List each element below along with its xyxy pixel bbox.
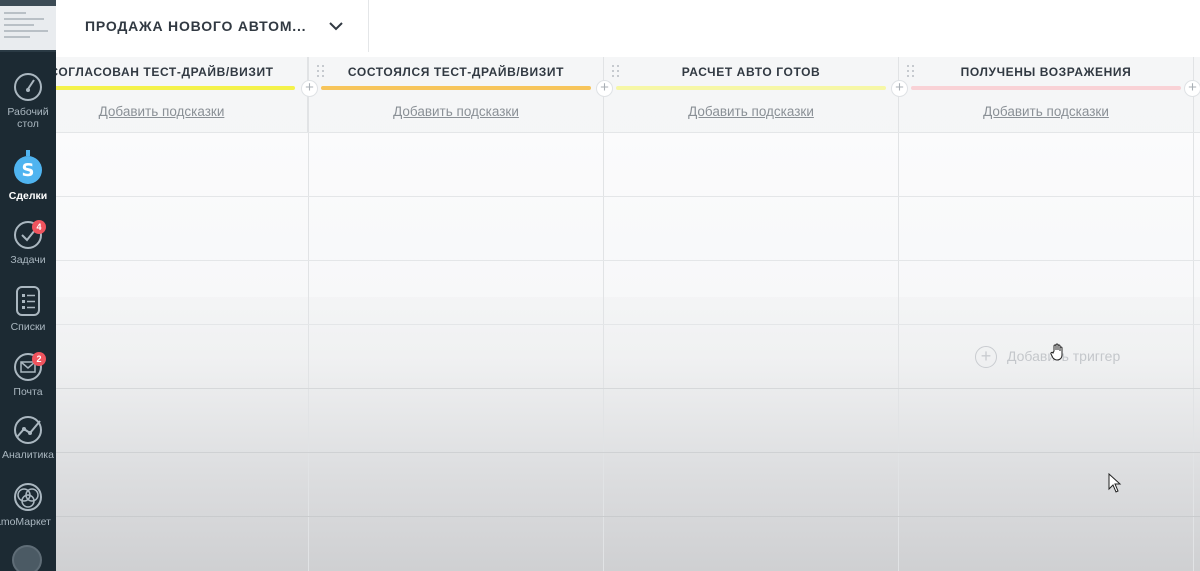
plus-circle-icon: + (975, 346, 997, 369)
row-divider (56, 324, 1200, 325)
pipeline-column-4: ПОЛУЧЕНЫ ВОЗРАЖЕНИЯ Добавить подсказки (899, 57, 1194, 132)
pipeline-column-3: РАСЧЕТ АВТО ГОТОВ Добавить подсказки (604, 57, 899, 132)
column-title: СОГЛАСОВАН ТЕСТ-ДРАЙВ/ВИЗИТ (56, 65, 274, 79)
column-title: СОСТОЯЛСЯ ТЕСТ-ДРАЙВ/ВИЗИТ (347, 65, 565, 79)
lists-icon (16, 286, 40, 316)
analytics-icon (14, 416, 42, 444)
pipeline-column-1: СОГЛАСОВАН ТЕСТ-ДРАЙВ/ВИЗИТ Добавить под… (56, 57, 308, 132)
dashboard-speedometer-icon (14, 73, 42, 101)
row-divider (56, 196, 1200, 197)
sidebar-item-label: amoМаркет (0, 516, 51, 528)
chevron-down-icon[interactable] (324, 14, 348, 38)
row-divider (56, 388, 1200, 389)
add-hints-link[interactable]: Добавить подсказки (604, 104, 898, 119)
pipeline-title[interactable]: ПРОДАЖА НОВОГО АВТОМ... (85, 18, 306, 34)
add-hints-link[interactable]: Добавить подсказки (309, 104, 603, 119)
add-hints-link[interactable]: Добавить подсказки (899, 104, 1193, 119)
sidebar-item-market[interactable]: amoМаркет (0, 482, 56, 528)
tasks-count-badge: 4 (32, 220, 46, 234)
add-stage-button[interactable]: + (1184, 80, 1200, 97)
column-color-line (321, 86, 591, 90)
arrow-cursor-icon (1108, 473, 1122, 493)
row-divider (56, 452, 1200, 453)
sidebar-item-dashboard[interactable]: Рабочий стол (0, 72, 56, 130)
window-thumbnail (0, 0, 56, 52)
row-divider (56, 260, 1200, 261)
sidebar-item-label: Списки (10, 321, 46, 333)
sidebar-item-label: Аналитика (2, 449, 54, 461)
sidebar-item-deals[interactable]: S Сделки (0, 150, 56, 202)
pipeline-column-2: СОСТОЯЛСЯ ТЕСТ-ДРАЙВ/ВИЗИТ Добавить подс… (309, 57, 604, 132)
pipeline-board: СОГЛАСОВАН ТЕСТ-ДРАЙВ/ВИЗИТ Добавить под… (56, 57, 1200, 571)
market-icon (14, 483, 42, 511)
sidebar-item-mail[interactable]: 2 Почта (0, 352, 56, 398)
column-title: ПОЛУЧЕНЫ ВОЗРАЖЕНИЯ (960, 65, 1132, 79)
column-color-line (616, 86, 886, 90)
svg-text:S: S (22, 160, 35, 181)
hand-cursor-icon (1050, 343, 1063, 361)
column-divider (1193, 57, 1194, 571)
sidebar-item-label: Рабочий стол (7, 106, 49, 130)
sidebar-item-lists[interactable]: Списки (0, 285, 56, 333)
column-color-line (911, 86, 1181, 90)
row-divider (56, 516, 1200, 517)
pipeline-header: ПРОДАЖА НОВОГО АВТОМ... (56, 0, 369, 52)
row-divider (56, 132, 1200, 133)
sidebar-item-label: Сделки (8, 190, 48, 202)
column-divider (898, 57, 899, 571)
user-avatar[interactable] (12, 545, 42, 571)
column-title: РАСЧЕТ АВТО ГОТОВ (681, 65, 821, 79)
sidebar-item-tasks[interactable]: 4 Задачи (0, 220, 56, 266)
mail-count-badge: 2 (32, 352, 46, 366)
board-rows-area (56, 132, 1200, 297)
column-divider (603, 57, 604, 571)
deals-dollar-icon: S (14, 150, 42, 184)
sidebar-item-analytics[interactable]: Аналитика (0, 415, 56, 461)
column-color-line (56, 86, 295, 90)
sidebar-item-label: Почта (13, 386, 43, 398)
column-divider (308, 57, 309, 571)
sidebar-item-label: Задачи (10, 254, 46, 266)
left-sidebar: Рабочий стол S Сделки 4 Задачи Списки 2 … (0, 0, 56, 571)
header-empty-area (369, 0, 1200, 57)
add-trigger-button[interactable]: + Добавить триггер (975, 344, 1120, 369)
add-hints-link[interactable]: Добавить подсказки (56, 104, 307, 119)
